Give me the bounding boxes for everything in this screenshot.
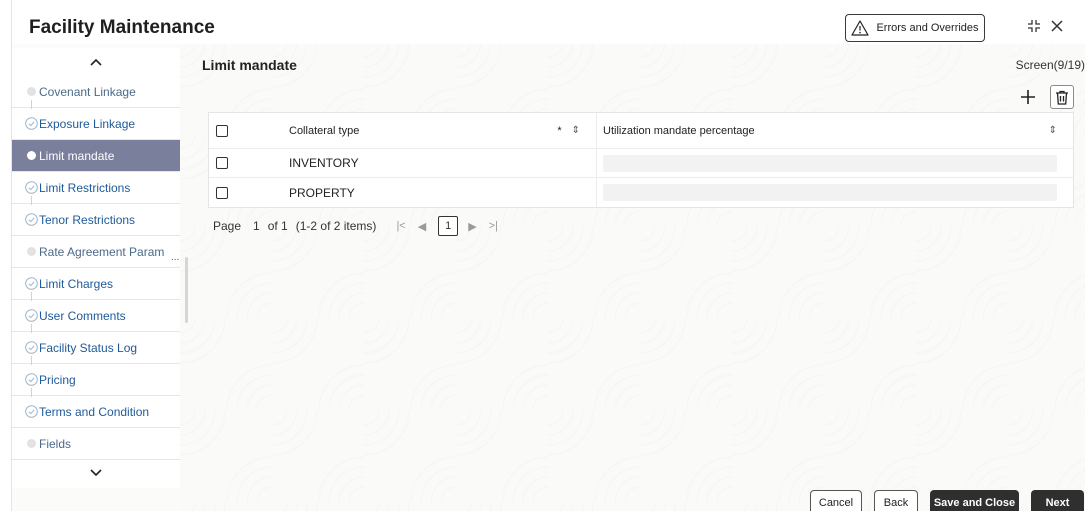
row-checkbox[interactable] <box>216 157 228 169</box>
sidebar-item-label: Limit Restrictions <box>39 180 131 195</box>
sidebar-item-limit-charges[interactable]: Limit Charges <box>12 268 180 300</box>
sidebar-scroll-up[interactable] <box>12 48 180 76</box>
check-circle-icon <box>25 117 38 130</box>
step-connector <box>31 388 32 397</box>
page-label: Page <box>213 219 242 233</box>
table-row: PROPERTY <box>209 178 1073 207</box>
sidebar-item-label: Exposure Linkage <box>39 116 136 131</box>
column-header-label: Collateral type <box>289 124 360 137</box>
page-title: Facility Maintenance <box>29 17 215 38</box>
check-circle-icon <box>25 405 38 418</box>
next-page-icon[interactable]: ▶ <box>468 220 476 233</box>
delete-row-button[interactable] <box>1050 85 1074 109</box>
sidebar-scrollbar[interactable] <box>185 257 188 323</box>
sidebar-item-label: Facility Status Log <box>39 340 138 355</box>
check-circle-icon <box>25 213 38 226</box>
check-circle-icon <box>25 309 38 322</box>
errors-and-overrides-button[interactable]: Errors and Overrides <box>845 14 985 42</box>
sort-icon[interactable]: ⇕ <box>1049 125 1057 136</box>
sidebar-item-rate-agreement-param[interactable]: Rate Agreement Param ... <box>12 236 180 268</box>
trash-icon <box>1056 90 1068 105</box>
sidebar-scroll-down[interactable] <box>12 460 180 486</box>
section-title: Limit mandate <box>202 57 297 73</box>
errors-and-overrides-label: Errors and Overrides <box>876 22 979 34</box>
row-checkbox[interactable] <box>216 186 228 199</box>
column-header-utilization[interactable]: Utilization mandate percentage ⇕ <box>597 113 1073 148</box>
sidebar-item-label: Terms and Condition <box>39 404 150 419</box>
cancel-button[interactable]: Cancel <box>810 490 862 511</box>
facility-maintenance-window: Facility Maintenance Errors and Override… <box>11 0 1085 511</box>
total-pages: of 1 <box>267 219 288 233</box>
check-circle-icon <box>25 277 38 290</box>
prev-page-icon[interactable]: ◀ <box>418 220 426 233</box>
grid-header-row: Collateral type * ⇕ Utilization mandate … <box>209 113 1073 149</box>
pending-dot-icon <box>27 439 36 448</box>
utilization-input[interactable] <box>603 184 1057 201</box>
sidebar-item-user-comments[interactable]: User Comments <box>12 292 180 332</box>
pending-dot-icon <box>27 247 36 256</box>
sidebar-item-label: Rate Agreement Param <box>39 244 165 259</box>
chevron-up-icon <box>90 58 102 66</box>
sidebar-item-tenor-restrictions[interactable]: Tenor Restrictions <box>12 196 180 236</box>
step-connector <box>31 292 32 301</box>
next-button[interactable]: Next <box>1031 490 1084 511</box>
step-connector <box>31 196 32 205</box>
sidebar-item-label: User Comments <box>39 308 126 323</box>
step-connector <box>31 356 32 365</box>
current-page: 1 <box>253 219 260 233</box>
sidebar-item-facility-status-log[interactable]: Facility Status Log <box>12 324 180 364</box>
sidebar-item-limit-mandate[interactable]: Limit mandate <box>12 140 180 172</box>
plus-icon <box>1021 90 1035 104</box>
first-page-icon[interactable]: |< <box>396 220 405 232</box>
check-circle-icon <box>25 373 38 386</box>
sidebar-item-label: Covenant Linkage <box>39 84 136 99</box>
limit-mandate-grid: Collateral type * ⇕ Utilization mandate … <box>208 112 1074 208</box>
sidebar-item-terms-and-condition[interactable]: Terms and Condition <box>12 388 180 428</box>
sidebar-item-label: Pricing <box>39 372 76 387</box>
add-row-button[interactable] <box>1017 86 1039 108</box>
chevron-down-icon <box>90 469 102 477</box>
sidebar-item-limit-restrictions[interactable]: Limit Restrictions <box>12 172 180 204</box>
check-circle-icon <box>25 341 38 354</box>
pagination: Page 1 of 1 (1-2 of 2 items) |< ◀ 1 ▶ >| <box>213 216 510 236</box>
close-icon[interactable] <box>1050 19 1064 33</box>
items-count: (1-2 of 2 items) <box>295 219 377 233</box>
overflow-ellipsis: ... <box>171 252 180 263</box>
table-row: INVENTORY <box>209 149 1073 178</box>
utilization-input[interactable] <box>603 154 1057 172</box>
sidebar-item-covenant-linkage[interactable]: Covenant Linkage <box>12 76 180 108</box>
sidebar-item-exposure-linkage[interactable]: Exposure Linkage <box>12 100 180 140</box>
header: Facility Maintenance Errors and Override… <box>12 0 1085 44</box>
current-step-dot-icon <box>27 151 36 160</box>
sidebar-item-label: Limit mandate <box>39 148 115 163</box>
select-all-checkbox[interactable] <box>216 124 228 137</box>
collateral-type-cell: INVENTORY <box>279 149 597 177</box>
last-page-icon[interactable]: >| <box>489 220 498 232</box>
warning-icon <box>851 20 870 36</box>
pending-dot-icon <box>27 87 36 96</box>
collateral-type-cell: PROPERTY <box>279 178 597 207</box>
step-connector <box>31 100 32 109</box>
column-header-collateral-type[interactable]: Collateral type * ⇕ <box>279 113 597 148</box>
sidebar-item-label: Limit Charges <box>39 276 114 291</box>
sidebar-item-label: Tenor Restrictions <box>39 212 136 227</box>
column-header-label: Utilization mandate percentage <box>603 124 755 137</box>
page-number-button[interactable]: 1 <box>438 216 459 236</box>
required-marker: * <box>557 124 562 137</box>
sidebar-item-fields[interactable]: Fields <box>12 428 180 460</box>
sort-icon[interactable]: ⇕ <box>572 125 580 136</box>
check-circle-icon <box>25 181 38 194</box>
step-connector <box>31 324 32 333</box>
screen-indicator: Screen(9/19) <box>1015 58 1085 72</box>
collapse-icon[interactable] <box>1027 19 1041 33</box>
back-button[interactable]: Back <box>874 490 918 511</box>
sidebar: Covenant Linkage Exposure Linkage Limit … <box>12 48 180 488</box>
sidebar-item-label: Fields <box>39 436 72 451</box>
sidebar-item-pricing[interactable]: Pricing <box>12 356 180 396</box>
save-and-close-button[interactable]: Save and Close <box>930 490 1019 511</box>
